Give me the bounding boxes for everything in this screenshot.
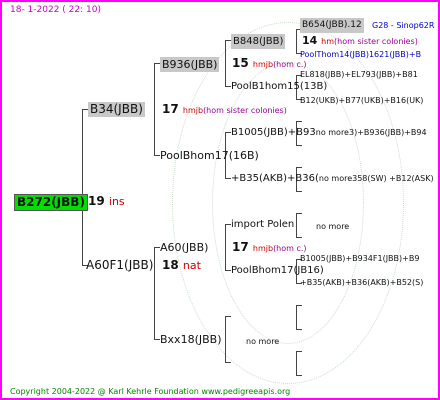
connector xyxy=(296,305,302,306)
root-queen[interactable]: B272(JBB) xyxy=(14,194,88,211)
connector xyxy=(296,145,302,146)
connector xyxy=(296,29,297,53)
dam-generation: 18 nat xyxy=(162,258,201,273)
connector xyxy=(296,121,302,122)
mating-b35[interactable]: +B35(AKB)+B36(no more358(SW) +B12(ASK) xyxy=(231,172,434,185)
mating-b1005-b934[interactable]: B1005(JBB)+B934F1(JBB)+B9 xyxy=(300,252,419,265)
pool-thom14[interactable]: PoolThom14(JBB)1621(JBB)+B xyxy=(300,48,421,61)
generation-15: 15 hmjb(hom c.) xyxy=(232,56,307,70)
connector xyxy=(296,305,297,329)
connector xyxy=(296,237,302,238)
queen-bxx18[interactable]: Bxx18(JBB) xyxy=(160,333,221,346)
date-header: 18- 1-2022 ( 22: 10) xyxy=(10,5,101,15)
sire-queen[interactable]: B34(JBB) xyxy=(88,102,145,117)
footer-copyright[interactable]: Copyright 2004-2022 @ Karl Kehrle Founda… xyxy=(10,385,290,398)
connector xyxy=(296,213,297,237)
connector xyxy=(225,224,226,270)
import-polen[interactable]: import Polen xyxy=(231,218,294,231)
generation-14: 14 hm(hom sister colonies) xyxy=(302,34,418,47)
connector xyxy=(296,191,302,192)
connector xyxy=(296,167,302,168)
queen-b936[interactable]: B936(JBB) xyxy=(160,57,220,72)
mating-b1005[interactable]: B1005(JBB)+B93no more3)+B936(JBB)+B94 xyxy=(231,126,427,139)
connector xyxy=(154,63,155,155)
mating-b12[interactable]: B12(UKB)+B77(UKB)+B16(UK) xyxy=(300,94,423,107)
queen-a60[interactable]: A60(JBB) xyxy=(160,241,208,254)
pedigree-chart: 18- 1-2022 ( 22: 10) B272(JBB) 19 ins B3… xyxy=(0,0,440,400)
connector xyxy=(296,213,302,214)
no-more-note: no more xyxy=(246,337,280,346)
connector xyxy=(225,316,226,362)
mating-el818[interactable]: EL818(JBB)+EL793(JBB)+B81 xyxy=(300,68,418,81)
connector xyxy=(225,40,226,86)
connector xyxy=(225,316,231,317)
connector xyxy=(296,329,302,330)
connector xyxy=(225,362,231,363)
no-more-note: no more xyxy=(316,222,350,231)
dam-queen[interactable]: A60F1(JBB) xyxy=(86,259,153,272)
connector xyxy=(154,247,155,339)
mating-b35-b36[interactable]: +B35(AKB)+B36(AKB)+B52(S) xyxy=(300,276,423,289)
g28-sinop: G28 - Sinop62R xyxy=(372,21,435,30)
queen-b654[interactable]: B654(JBB).12 xyxy=(300,18,364,33)
pool-b1hom15[interactable]: PoolB1hom15(13B) xyxy=(231,80,327,93)
sire-generation: 17 hmjb(hom sister colonies) xyxy=(162,102,287,116)
connector xyxy=(296,351,302,352)
pool-bhom17[interactable]: PoolBhom17(16B) xyxy=(160,149,259,162)
root-generation: 19 ins xyxy=(88,194,125,209)
generation-17: 17 hmjb(hom c.) xyxy=(232,240,307,254)
queen-b848[interactable]: B848(JBB) xyxy=(231,34,286,49)
connector xyxy=(296,351,297,375)
connector xyxy=(296,375,302,376)
connector xyxy=(82,109,83,265)
